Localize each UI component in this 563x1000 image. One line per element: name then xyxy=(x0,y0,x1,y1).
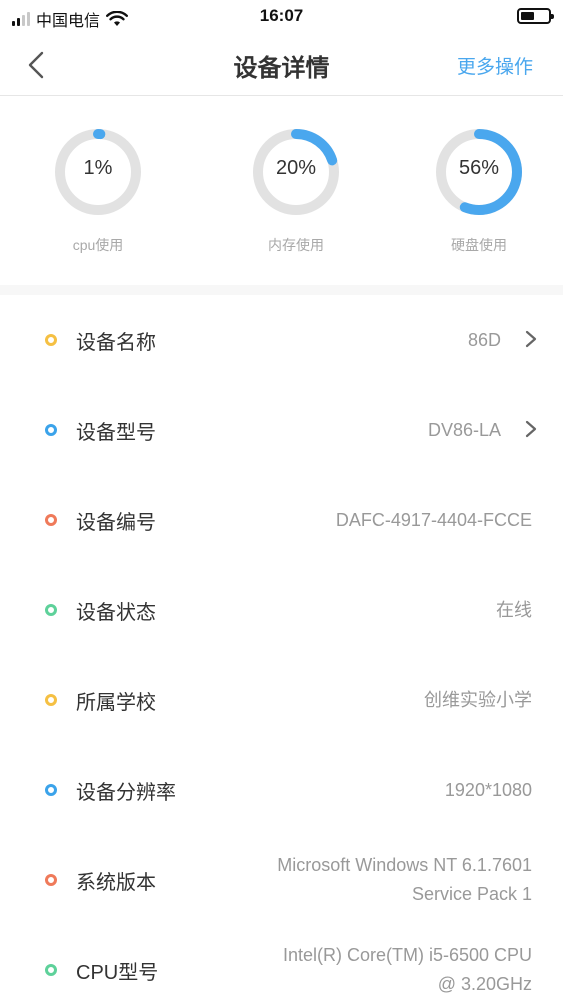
row-value: DV86-LA xyxy=(427,420,501,440)
row-label: 设备型号 xyxy=(76,422,156,444)
row-device-number: 设备编号 DAFC-4917-4404-FCCE xyxy=(0,475,563,565)
status-bar: 中国电信 16:07 xyxy=(0,0,563,34)
row-device-status: 设备状态 在线 xyxy=(0,565,563,655)
battery-icon xyxy=(517,8,554,24)
bullet-dot-icon xyxy=(45,694,57,706)
memory-usage-label: 内存使用 xyxy=(268,237,324,253)
row-label: 设备状态 xyxy=(76,602,156,624)
bullet-dot-icon xyxy=(45,334,57,346)
bullet-dot-icon xyxy=(45,784,57,796)
row-value: Intel(R) Core(TM) i5-6500 CPU @ 3.20GHz xyxy=(283,941,532,999)
row-value: 1920*1080 xyxy=(444,780,532,800)
device-detail-screen: 中国电信 16:07 设备详情 更多操作 1% cpu使用 20% 内存使用 5… xyxy=(0,0,563,1000)
cpu-usage-value: 1% xyxy=(83,157,113,179)
row-cpu-model: CPU型号 Intel(R) Core(TM) i5-6500 CPU @ 3.… xyxy=(0,925,563,1000)
row-label: 设备名称 xyxy=(76,332,156,354)
row-value-line2: @ 3.20GHz xyxy=(437,974,532,994)
memory-usage-value: 20% xyxy=(275,157,317,179)
disk-gauge: 56% 硬盘使用 xyxy=(409,125,549,255)
row-os-version: 系统版本 Microsoft Windows NT 6.1.7601 Servi… xyxy=(0,835,563,925)
row-label: 所属学校 xyxy=(76,692,156,714)
row-label: 设备编号 xyxy=(76,512,156,534)
row-value-line1: Microsoft Windows NT 6.1.7601 xyxy=(277,855,532,875)
bullet-dot-icon xyxy=(45,604,57,616)
disk-usage-value: 56% xyxy=(458,157,500,179)
cpu-usage-label: cpu使用 xyxy=(72,237,124,253)
row-label: CPU型号 xyxy=(76,962,159,984)
row-value: DAFC-4917-4404-FCCE xyxy=(335,510,532,530)
row-device-name[interactable]: 设备名称 86D xyxy=(0,295,563,385)
row-value: Microsoft Windows NT 6.1.7601 Service Pa… xyxy=(277,851,532,909)
nav-bar: 设备详情 更多操作 xyxy=(0,34,563,96)
row-resolution: 设备分辨率 1920*1080 xyxy=(0,745,563,835)
row-label: 设备分辨率 xyxy=(76,782,176,804)
more-actions-button[interactable]: 更多操作 xyxy=(457,52,533,79)
row-device-model[interactable]: 设备型号 DV86-LA xyxy=(0,385,563,475)
row-value: 创维实验小学 xyxy=(424,690,532,710)
device-info-list: 设备名称 86D 设备型号 DV86-LA 设备编号 DAFC-4917-440… xyxy=(0,295,563,1000)
bullet-dot-icon xyxy=(45,514,57,526)
cpu-gauge: 1% cpu使用 xyxy=(28,125,168,255)
bullet-dot-icon xyxy=(45,424,57,436)
status-time: 16:07 xyxy=(259,6,304,25)
bullet-dot-icon xyxy=(45,964,57,976)
chevron-right-icon xyxy=(525,330,537,348)
disk-usage-label: 硬盘使用 xyxy=(451,237,507,253)
memory-gauge: 20% 内存使用 xyxy=(226,125,366,255)
row-value: 86D xyxy=(467,330,501,350)
row-value-line1: Intel(R) Core(TM) i5-6500 CPU xyxy=(282,945,532,965)
row-value: 在线 xyxy=(496,600,532,620)
row-school: 所属学校 创维实验小学 xyxy=(0,655,563,745)
chevron-right-icon xyxy=(525,420,537,438)
bullet-dot-icon xyxy=(45,874,57,886)
section-divider xyxy=(0,285,563,295)
row-value-line2: Service Pack 1 xyxy=(411,884,532,904)
row-label: 系统版本 xyxy=(76,872,156,894)
usage-gauges: 1% cpu使用 20% 内存使用 56% 硬盘使用 xyxy=(0,97,563,285)
